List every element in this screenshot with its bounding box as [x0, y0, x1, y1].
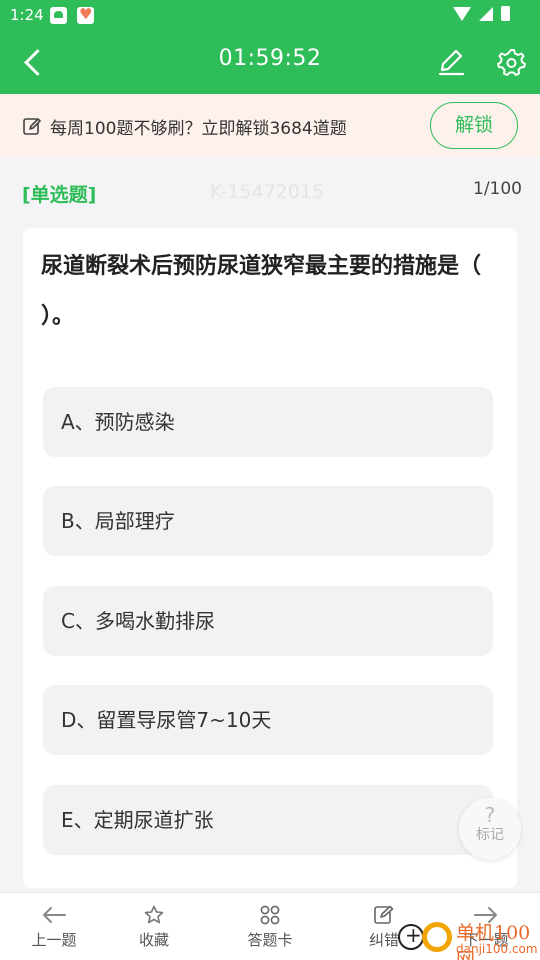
question-progress: 1/100 [473, 179, 522, 199]
site-watermark-logo: 单机100网 danji100.com [396, 914, 540, 960]
notification-heart-icon [77, 5, 94, 24]
question-type-label: [单选题] [22, 184, 97, 206]
question-id-watermark: K-15472015 [210, 181, 325, 203]
signal-icon [479, 6, 493, 21]
edit-note-icon [374, 905, 394, 924]
star-icon [144, 905, 164, 924]
mark-label: 标记 [476, 827, 504, 843]
status-bar: 1:24 [0, 0, 540, 30]
grid-icon [260, 905, 280, 925]
prev-question-button[interactable]: 上一题 [0, 893, 108, 960]
option-e[interactable]: E、定期尿道扩张 [43, 785, 493, 855]
app-bar: 01:59:52 [0, 30, 540, 94]
gear-icon [497, 49, 526, 76]
banner-text: 每周100题不够刷？立即解锁3684道题 [50, 119, 347, 139]
question-mark-icon: ? [484, 803, 496, 827]
question-card: 尿道断裂术后预防尿道狭窄最主要的措施是（ ）。 A、预防感染 B、局部理疗 C、… [23, 228, 517, 888]
pencil-icon [438, 49, 465, 76]
question-stem: 尿道断裂术后预防尿道狭窄最主要的措施是（ ）。 [41, 254, 482, 329]
edit-note-icon [23, 118, 41, 135]
answer-card-button[interactable]: 答题卡 [216, 893, 324, 960]
option-b[interactable]: B、局部理疗 [43, 486, 493, 556]
answer-card-label: 答题卡 [247, 931, 293, 949]
ring-icon [422, 922, 452, 952]
prev-question-label: 上一题 [31, 931, 77, 949]
notification-app-icon [50, 7, 67, 24]
status-indicators [453, 6, 510, 21]
unlock-banner: 每周100题不够刷？立即解锁3684道题 解锁 [0, 94, 540, 157]
status-time: 1:24 [10, 6, 44, 24]
favorite-label: 收藏 [138, 931, 169, 949]
option-d[interactable]: D、留置导尿管7~10天 [43, 685, 493, 755]
battery-icon [501, 6, 510, 21]
arrow-left-icon [43, 907, 66, 923]
option-a[interactable]: A、预防感染 [43, 387, 493, 457]
option-c[interactable]: C、多喝水勤排尿 [43, 586, 493, 656]
wifi-icon [453, 6, 471, 21]
favorite-button[interactable]: 收藏 [100, 893, 208, 960]
edit-button[interactable] [434, 44, 468, 80]
plus-circle-icon [398, 923, 424, 950]
watermark-line2: danji100.com [456, 942, 538, 956]
mark-question-button[interactable]: ? 标记 [459, 798, 521, 860]
unlock-button[interactable]: 解锁 [430, 102, 518, 149]
settings-button[interactable] [494, 44, 528, 80]
